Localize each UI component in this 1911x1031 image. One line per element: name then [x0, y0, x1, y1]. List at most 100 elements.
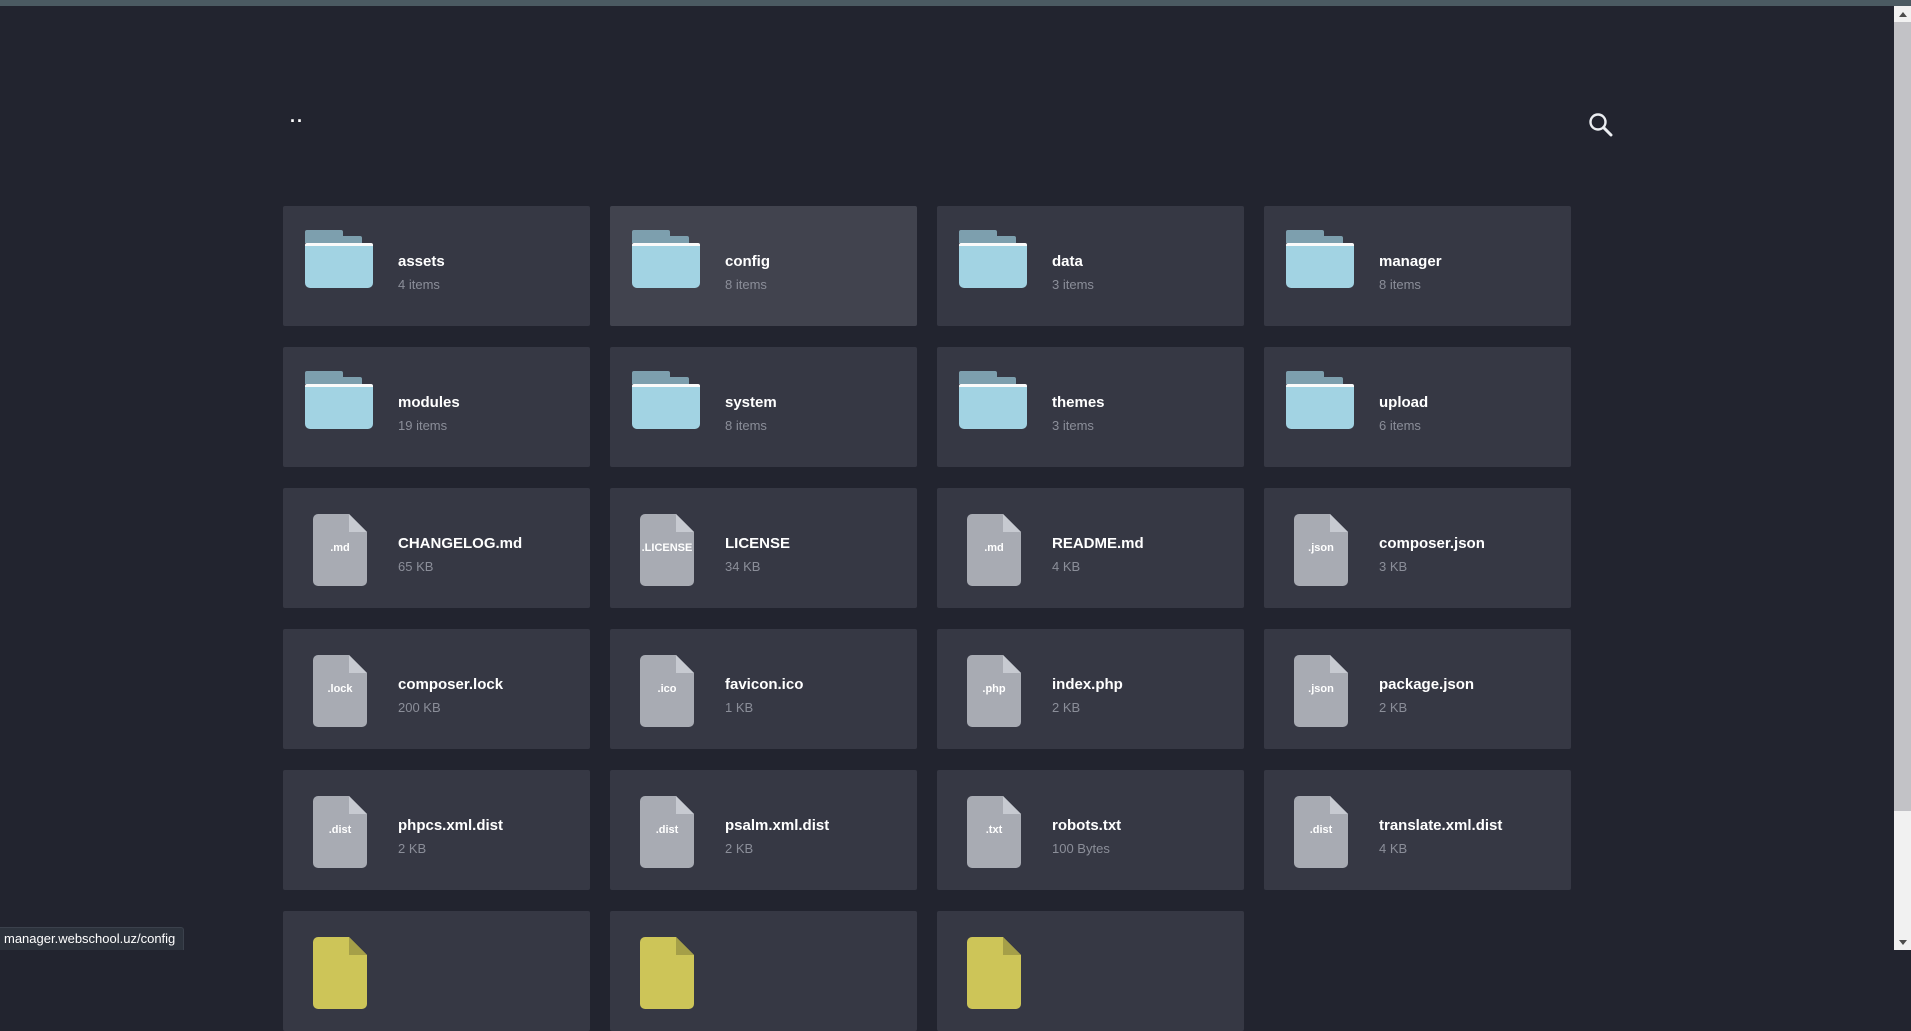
folder-card[interactable]: manager 8 items [1264, 206, 1571, 326]
file-card[interactable]: .LICENSE LICENSE 34 KB [610, 488, 917, 608]
file-icon: .json [1294, 655, 1348, 727]
item-name: favicon.ico [725, 676, 909, 694]
folder-icon [305, 371, 373, 429]
folder-icon [1286, 230, 1354, 288]
folder-card[interactable]: assets4 items [283, 206, 590, 326]
card-text: system 8 items [725, 347, 909, 467]
file-grid: assets4 itemsconfig8 itemsdata3 itemsman… [283, 206, 1571, 1031]
item-meta: 8 items [725, 277, 909, 293]
item-meta: 2 KB [725, 841, 909, 857]
item-meta: 3 items [1052, 277, 1236, 293]
item-meta: 2 KB [1052, 700, 1236, 716]
file-icon: .ico [640, 655, 694, 727]
file-ext-label: .md [313, 542, 367, 554]
item-meta: 19 items [398, 418, 582, 434]
scroll-up-button[interactable] [1894, 6, 1911, 22]
item-name: psalm.xml.dist [725, 817, 909, 835]
item-name: config [725, 253, 909, 271]
file-ext-label: .json [1294, 683, 1348, 695]
item-name: phpcs.xml.dist [398, 817, 582, 835]
file-ext-label: .dist [1294, 824, 1348, 836]
file-card[interactable]: .json composer.json3 KB [1264, 488, 1571, 608]
file-icon [313, 937, 367, 1009]
file-ext-label: .txt [967, 824, 1021, 836]
parent-directory-link[interactable]: .. [290, 104, 330, 138]
folder-card[interactable]: modules19 items [283, 347, 590, 467]
link-preview-status-bar: manager.webschool.uz/config [0, 927, 184, 950]
file-card[interactable]: .mdREADME.md4 KB [937, 488, 1244, 608]
folder-card[interactable]: upload 6 items [1264, 347, 1571, 467]
file-ext-label: .lock [313, 683, 367, 695]
item-meta: 34 KB [725, 559, 909, 575]
file-card[interactable]: .php index.php 2 KB [937, 629, 1244, 749]
item-name: package.json [1379, 676, 1563, 694]
file-card[interactable]: .txt robots.txt 100 Bytes [937, 770, 1244, 890]
file-icon: .php [967, 655, 1021, 727]
file-ext-label: .md [967, 542, 1021, 554]
card-text [1052, 911, 1236, 1031]
file-ext-label: .json [1294, 542, 1348, 554]
arrow-down-icon [1899, 940, 1907, 945]
item-name: CHANGELOG.md [398, 535, 582, 553]
item-meta: 100 Bytes [1052, 841, 1236, 857]
card-text: data3 items [1052, 206, 1236, 326]
item-meta: 8 items [725, 418, 909, 434]
card-text: composer.lock200 KB [398, 629, 582, 749]
file-card[interactable]: .dist phpcs.xml.dist2 KB [283, 770, 590, 890]
file-card[interactable]: .lock composer.lock200 KB [283, 629, 590, 749]
card-text: composer.json3 KB [1379, 488, 1563, 608]
scroll-down-button[interactable] [1894, 934, 1911, 950]
folder-card[interactable]: system 8 items [610, 347, 917, 467]
scrollbar-track[interactable] [1894, 6, 1911, 950]
file-icon: .LICENSE [640, 514, 694, 586]
file-card[interactable] [610, 911, 917, 1031]
folder-card[interactable]: themes3 items [937, 347, 1244, 467]
file-card[interactable]: .json package.json 2 KB [1264, 629, 1571, 749]
file-icon: .json [1294, 514, 1348, 586]
file-card[interactable] [937, 911, 1244, 1031]
item-name: manager [1379, 253, 1563, 271]
item-name: translate.xml.dist [1379, 817, 1563, 835]
item-name: composer.json [1379, 535, 1563, 553]
file-ext-label: .ico [640, 683, 694, 695]
file-card[interactable]: .ico favicon.ico 1 KB [610, 629, 917, 749]
card-text: phpcs.xml.dist2 KB [398, 770, 582, 890]
folder-icon [632, 230, 700, 288]
item-meta: 4 items [398, 277, 582, 293]
card-text [725, 911, 909, 1031]
card-text: modules19 items [398, 347, 582, 467]
item-meta: 8 items [1379, 277, 1563, 293]
item-name: system [725, 394, 909, 412]
search-button[interactable] [1586, 110, 1618, 142]
item-meta: 1 KB [725, 700, 909, 716]
arrow-up-icon [1899, 12, 1907, 17]
item-name: index.php [1052, 676, 1236, 694]
file-icon: .dist [1294, 796, 1348, 868]
file-ext-label: .LICENSE [640, 542, 694, 554]
item-name: LICENSE [725, 535, 909, 553]
card-text: favicon.ico 1 KB [725, 629, 909, 749]
scrollbar-thumb[interactable] [1894, 22, 1911, 811]
search-icon [1586, 127, 1616, 144]
file-card[interactable]: .disttranslate.xml.dist4 KB [1264, 770, 1571, 890]
folder-icon [305, 230, 373, 288]
item-meta: 6 items [1379, 418, 1563, 434]
file-card[interactable]: .distpsalm.xml.dist2 KB [610, 770, 917, 890]
item-meta: 2 KB [1379, 700, 1563, 716]
folder-card[interactable]: data3 items [937, 206, 1244, 326]
file-card[interactable]: .mdCHANGELOG.md65 KB [283, 488, 590, 608]
item-name: upload [1379, 394, 1563, 412]
file-icon [640, 937, 694, 1009]
item-name: README.md [1052, 535, 1236, 553]
item-name: robots.txt [1052, 817, 1236, 835]
file-ext-label: .dist [313, 824, 367, 836]
item-name: composer.lock [398, 676, 582, 694]
file-icon: .lock [313, 655, 367, 727]
card-text: robots.txt 100 Bytes [1052, 770, 1236, 890]
card-text: upload 6 items [1379, 347, 1563, 467]
file-card[interactable] [283, 911, 590, 1031]
file-icon: .dist [313, 796, 367, 868]
folder-card[interactable]: config 8 items [610, 206, 917, 326]
file-icon: .txt [967, 796, 1021, 868]
folder-icon [959, 230, 1027, 288]
